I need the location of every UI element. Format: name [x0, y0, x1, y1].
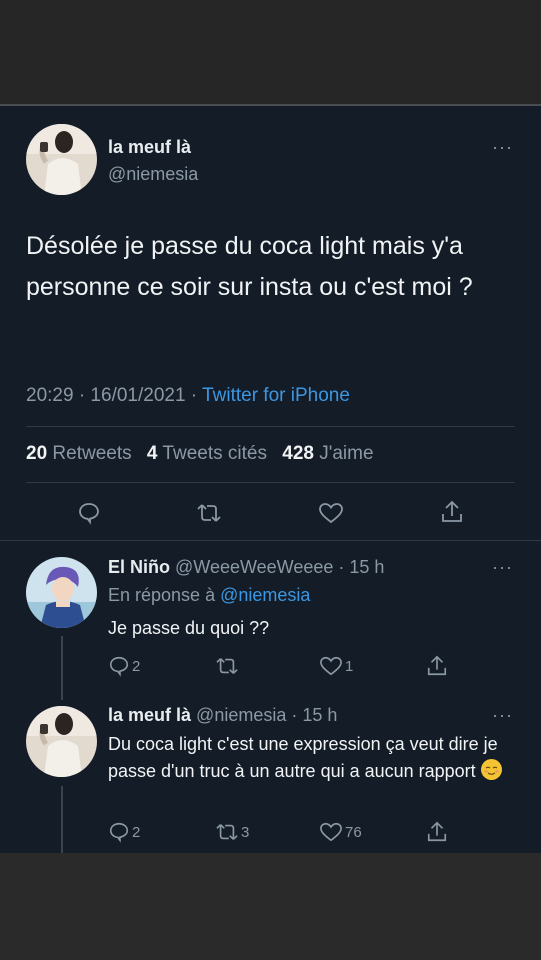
avatar-photo-icon: [26, 124, 97, 195]
quotes-stat[interactable]: 4 Tweets cités: [147, 443, 267, 464]
in-reply-mention[interactable]: @niemesia: [220, 585, 310, 605]
reply-time: · 15 h: [338, 557, 385, 577]
share-icon: [442, 500, 462, 522]
like-button[interactable]: 1: [319, 655, 353, 677]
retweets-stat[interactable]: 20 Retweets: [26, 443, 132, 464]
more-options-icon[interactable]: ···: [492, 706, 513, 724]
likes-stat[interactable]: 428 J'aime: [282, 443, 373, 464]
tweet-screen: la meuf là @niemesia ··· Désolée je pass…: [0, 104, 541, 855]
in-reply-prefix: En réponse à: [108, 585, 216, 605]
reply-header: El Niño @WeeeWeeWeeee · 15 h: [108, 557, 384, 578]
share-button[interactable]: [440, 499, 464, 525]
reply-author-handle[interactable]: @WeeeWeeWeeee: [175, 557, 333, 577]
share-button[interactable]: [426, 820, 448, 844]
tweet-stats: 20 Retweets 4 Tweets cités 428 J'aime: [26, 443, 374, 465]
like-count: 1: [345, 657, 354, 675]
in-reply-to: En réponse à @niemesia: [108, 585, 310, 606]
reply-time: · 15 h: [291, 705, 338, 725]
avatar-anime-icon: [26, 557, 97, 628]
photo-border-bottom: [0, 853, 541, 960]
tweet-source-link[interactable]: Twitter for iPhone: [202, 385, 350, 406]
reply-icon: [109, 656, 129, 677]
share-icon: [427, 655, 447, 676]
retweet-button[interactable]: [215, 655, 241, 677]
reply-author-name[interactable]: El Niño: [108, 557, 170, 577]
divider: [26, 426, 515, 427]
reply-author-avatar[interactable]: [26, 706, 97, 777]
reply-text: Je passe du quoi ??: [108, 618, 270, 638]
reply-text-container: Du coca light c'est une expression ça ve…: [108, 731, 518, 785]
section-separator: [0, 540, 541, 541]
reply-count: 2: [132, 823, 141, 841]
like-button[interactable]: 76: [319, 821, 362, 843]
author-avatar[interactable]: [26, 124, 97, 195]
relieved-face-emoji-icon: [480, 759, 502, 780]
reply-icon: [79, 503, 99, 525]
heart-icon: [320, 822, 342, 842]
like-button[interactable]: [318, 501, 344, 525]
retweet-icon: [197, 504, 221, 522]
author-handle[interactable]: @niemesia: [108, 164, 198, 185]
reply-count: 2: [132, 657, 141, 675]
photo-border-top: [0, 0, 541, 104]
retweet-count: 3: [241, 823, 250, 841]
reply-button[interactable]: [77, 501, 101, 525]
divider: [26, 482, 515, 483]
retweet-icon: [216, 658, 238, 674]
share-icon: [427, 821, 447, 842]
tweet-text: Désolée je passe du coca light mais y'a …: [26, 232, 473, 301]
reply-icon: [109, 822, 129, 843]
reply-button[interactable]: 2: [108, 821, 140, 843]
reply-text: Du coca light c'est une expression ça ve…: [108, 734, 498, 781]
more-options-icon[interactable]: ···: [492, 558, 513, 576]
thread-line: [61, 636, 63, 700]
like-count: 76: [345, 823, 362, 841]
retweet-button[interactable]: [196, 501, 222, 525]
tweet-meta: 20:29 · 16/01/2021 · Twitter for iPhone: [26, 385, 350, 407]
reply-button[interactable]: 2: [108, 655, 140, 677]
heart-icon: [320, 656, 342, 676]
reply-author-avatar[interactable]: [26, 557, 97, 628]
reply-author-name[interactable]: la meuf là: [108, 705, 191, 725]
author-name[interactable]: la meuf là: [108, 137, 191, 158]
reply-header: la meuf là @niemesia · 15 h: [108, 705, 337, 726]
heart-icon: [319, 503, 343, 524]
more-options-icon[interactable]: ···: [492, 138, 513, 156]
tweet-timestamp: 20:29 · 16/01/2021 ·: [26, 385, 198, 406]
retweet-icon: [216, 824, 238, 840]
retweet-button[interactable]: 3: [215, 821, 249, 843]
avatar-photo-icon: [26, 706, 97, 777]
thread-line: [61, 786, 63, 855]
share-button[interactable]: [426, 654, 448, 678]
reply-author-handle[interactable]: @niemesia: [196, 705, 286, 725]
